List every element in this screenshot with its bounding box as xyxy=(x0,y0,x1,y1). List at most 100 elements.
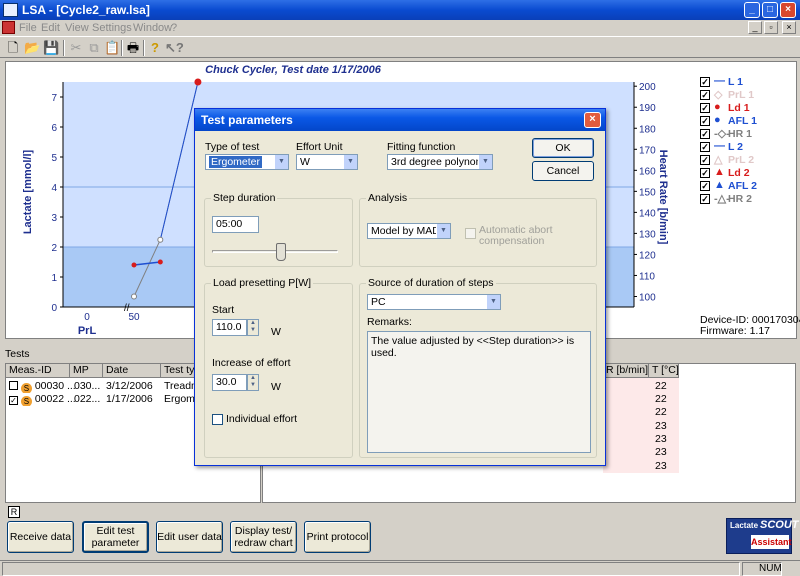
legend-checkbox[interactable]: ✓ xyxy=(700,90,710,100)
legend-checkbox[interactable]: ✓ xyxy=(700,194,710,204)
effort-unit-select[interactable]: W ▼ xyxy=(296,154,358,170)
y-tick-label: 4 xyxy=(51,183,57,194)
receive-data-button[interactable]: Receive data xyxy=(7,521,74,553)
auto-abort-checkbox[interactable] xyxy=(465,228,476,239)
test-parameters-dialog: Test parameters × Type of test Ergometer… xyxy=(194,108,606,466)
legend-marker-icon: ● xyxy=(714,114,721,126)
cancel-button[interactable]: Cancel xyxy=(532,161,594,181)
step-duration-input[interactable]: 05:00 xyxy=(212,216,259,233)
increase-input[interactable]: 30.0 xyxy=(212,374,247,391)
temp-cell: 23 xyxy=(655,433,667,445)
start-label: Start xyxy=(212,304,235,316)
remarks-text: The value adjusted by <<Step duration>> … xyxy=(367,331,591,453)
maximize-button[interactable]: □ xyxy=(762,2,778,18)
legend-checkbox[interactable]: ✓ xyxy=(700,77,710,87)
legend-checkbox[interactable]: ✓ xyxy=(700,129,710,139)
step-duration-title: Step duration xyxy=(211,192,278,204)
type-of-test-select[interactable]: Ergometer ▼ xyxy=(205,154,289,170)
col-meas-id[interactable]: Meas.-ID xyxy=(6,364,70,378)
mdi-restore-button[interactable]: ▫ xyxy=(764,21,778,34)
fitting-function-select[interactable]: 3rd degree polynom ▼ xyxy=(387,154,493,170)
save-icon[interactable]: 💾 xyxy=(43,40,59,56)
minimize-button[interactable]: _ xyxy=(744,2,760,18)
r-box[interactable]: R xyxy=(8,506,20,518)
individual-effort-label: Individual effort xyxy=(226,413,298,425)
legend-label: AFL 1 xyxy=(728,115,757,127)
window-title-bar[interactable]: LSA - [Cycle2_raw.lsa] _ □ × xyxy=(0,0,800,20)
legend-checkbox[interactable]: ✓ xyxy=(700,181,710,191)
y-tick-label: 2 xyxy=(51,243,57,254)
mdi-minimize-button[interactable]: _ xyxy=(748,21,762,34)
cut-icon[interactable]: ✂ xyxy=(68,40,84,56)
increase-unit: W xyxy=(271,381,281,393)
temp-cell: 22 xyxy=(655,380,667,392)
y2-tick-label: 130 xyxy=(639,229,656,240)
new-icon[interactable]: 🗋 xyxy=(5,40,21,56)
hr1-point xyxy=(157,236,164,243)
col-heart-rate[interactable]: R [b/min] xyxy=(603,364,649,378)
menu-file[interactable]: File xyxy=(19,22,37,34)
menu-help[interactable]: ? xyxy=(171,22,177,34)
ok-button[interactable]: OK xyxy=(532,138,594,158)
chevron-down-icon[interactable]: ▼ xyxy=(436,224,450,238)
individual-effort-checkbox[interactable] xyxy=(212,414,223,425)
legend-checkbox[interactable]: ✓ xyxy=(700,103,710,113)
col-mp[interactable]: MP xyxy=(70,364,103,378)
dialog-title: Test parameters xyxy=(201,113,293,127)
step-duration-slider-handle[interactable] xyxy=(275,243,286,261)
copy-icon[interactable]: ⧉ xyxy=(86,40,102,56)
document-icon[interactable] xyxy=(2,21,15,34)
y2-tick-label: 140 xyxy=(639,208,656,219)
legend-label: HR 1 xyxy=(728,128,752,140)
context-help-icon[interactable]: ↖? xyxy=(165,40,184,56)
menu-edit[interactable]: Edit xyxy=(41,22,60,34)
y-ticks: 0 1 2 3 4 5 6 7 xyxy=(51,93,63,314)
row-checkbox[interactable] xyxy=(9,381,18,390)
chevron-down-icon[interactable]: ▼ xyxy=(274,155,288,169)
dialog-title-bar[interactable]: Test parameters × xyxy=(195,109,605,131)
paste-icon[interactable]: 📋 xyxy=(104,40,120,56)
start-input[interactable]: 110.0 xyxy=(212,319,247,336)
display-test-button[interactable]: Display test/ redraw chart xyxy=(230,521,297,553)
legend-marker-icon: ◇ xyxy=(714,89,723,101)
type-of-test-value: Ergometer xyxy=(209,156,263,168)
col-temperature[interactable]: T [°C] xyxy=(649,364,679,378)
open-icon[interactable]: 📂 xyxy=(24,40,40,56)
analysis-model-select[interactable]: Model by MADER ▼ xyxy=(367,223,451,239)
chevron-down-icon[interactable]: ▼ xyxy=(343,155,357,169)
s-badge-icon: S xyxy=(20,396,32,406)
legend-marker-icon: ▲ xyxy=(714,166,725,178)
chevron-down-icon[interactable]: ▼ xyxy=(486,295,500,309)
menu-settings[interactable]: Settings xyxy=(92,22,132,34)
menu-bar: File Edit View Settings Window ? _ ▫ × xyxy=(0,20,800,36)
legend-checkbox[interactable]: ✓ xyxy=(700,142,710,152)
print-icon[interactable]: 🖶 xyxy=(125,40,141,56)
legend-marker-icon: ▲ xyxy=(714,179,725,191)
menu-view[interactable]: View xyxy=(65,22,89,34)
x-prl-label: PrL xyxy=(78,325,97,337)
window-title: LSA - [Cycle2_raw.lsa] xyxy=(22,3,150,17)
chevron-down-icon[interactable]: ▼ xyxy=(478,155,492,169)
mdi-close-button[interactable]: × xyxy=(782,21,796,34)
col-date[interactable]: Date xyxy=(103,364,161,378)
legend-checkbox[interactable]: ✓ xyxy=(700,168,710,178)
row-checkbox-checked[interactable]: ✓ xyxy=(9,396,18,405)
menu-window[interactable]: Window xyxy=(133,22,172,34)
help-icon[interactable]: ? xyxy=(147,40,163,56)
dialog-close-button[interactable]: × xyxy=(584,112,601,128)
y-tick-label: 1 xyxy=(51,273,57,284)
print-protocol-button[interactable]: Print protocol xyxy=(304,521,371,553)
edit-user-data-button[interactable]: Edit user data xyxy=(156,521,223,553)
close-button[interactable]: × xyxy=(780,2,796,18)
increase-spinner[interactable]: ▲ ▼ xyxy=(247,374,259,391)
source-duration-select[interactable]: PC ▼ xyxy=(367,294,501,310)
temp-cell: 23 xyxy=(655,446,667,458)
edit-test-parameter-button[interactable]: Edit test parameter xyxy=(82,521,149,553)
legend-checkbox[interactable]: ✓ xyxy=(700,116,710,126)
legend-checkbox[interactable]: ✓ xyxy=(700,155,710,165)
start-spinner[interactable]: ▲ ▼ xyxy=(247,319,259,336)
start-unit: W xyxy=(271,326,281,338)
row-date: 1/17/2006 xyxy=(106,393,153,405)
row-mp: 022... xyxy=(74,393,101,405)
row-id: 00022 ... xyxy=(34,393,76,405)
